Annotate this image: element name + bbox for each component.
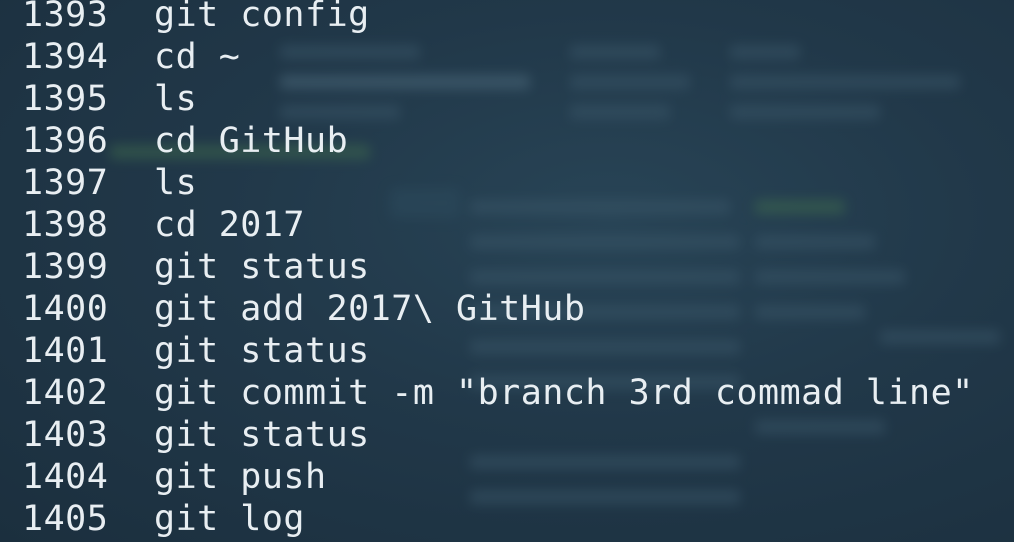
history-command: git status	[154, 415, 370, 455]
history-number: 1403	[22, 415, 109, 455]
history-row: 1401 git status	[0, 330, 1014, 372]
history-row: 1404 git push	[0, 456, 1014, 498]
history-command: git push	[154, 457, 327, 497]
history-number: 1397	[22, 163, 109, 203]
history-number: 1395	[22, 79, 109, 119]
command-history: 1393 git config 1394 cd ~ 1395 ls 1396 cd GitHu…	[0, 0, 1014, 540]
terminal-window[interactable]: 1393 git config 1394 cd ~ 1395 ls 1396 cd GitHu…	[0, 0, 1014, 542]
history-row: 1400 git add 2017\ GitHub	[0, 288, 1014, 330]
history-command: git add 2017\ GitHub	[154, 289, 586, 329]
history-command: git status	[154, 247, 370, 287]
history-command: ls	[154, 163, 198, 203]
history-row: 1397 ls	[0, 162, 1014, 204]
history-command: cd 2017	[154, 205, 306, 245]
history-number: 1394	[22, 37, 109, 77]
history-number: 1399	[22, 247, 109, 287]
history-row: 1405 git log	[0, 498, 1014, 540]
history-command: git status	[154, 331, 370, 371]
history-command: git commit -m "branch 3rd commad line"	[154, 373, 974, 413]
history-command: cd ~	[154, 37, 241, 77]
history-number: 1405	[22, 499, 109, 539]
history-number: 1398	[22, 205, 109, 245]
history-number: 1402	[22, 373, 109, 413]
history-row: 1394 cd ~	[0, 36, 1014, 78]
history-number: 1393	[22, 0, 109, 35]
history-number: 1396	[22, 121, 109, 161]
history-row: 1398 cd 2017	[0, 204, 1014, 246]
history-row: 1396 cd GitHub	[0, 120, 1014, 162]
history-row: 1403 git status	[0, 414, 1014, 456]
history-command: git log	[154, 499, 306, 539]
history-row: 1395 ls	[0, 78, 1014, 120]
history-row: 1402 git commit -m "branch 3rd commad lin…	[0, 372, 1014, 414]
history-command: cd GitHub	[154, 121, 349, 161]
history-row: 1399 git status	[0, 246, 1014, 288]
history-number: 1404	[22, 457, 109, 497]
history-number: 1400	[22, 289, 109, 329]
history-command: git config	[154, 0, 370, 35]
history-number: 1401	[22, 331, 109, 371]
history-command: ls	[154, 79, 198, 119]
history-row: 1393 git config	[0, 0, 1014, 36]
